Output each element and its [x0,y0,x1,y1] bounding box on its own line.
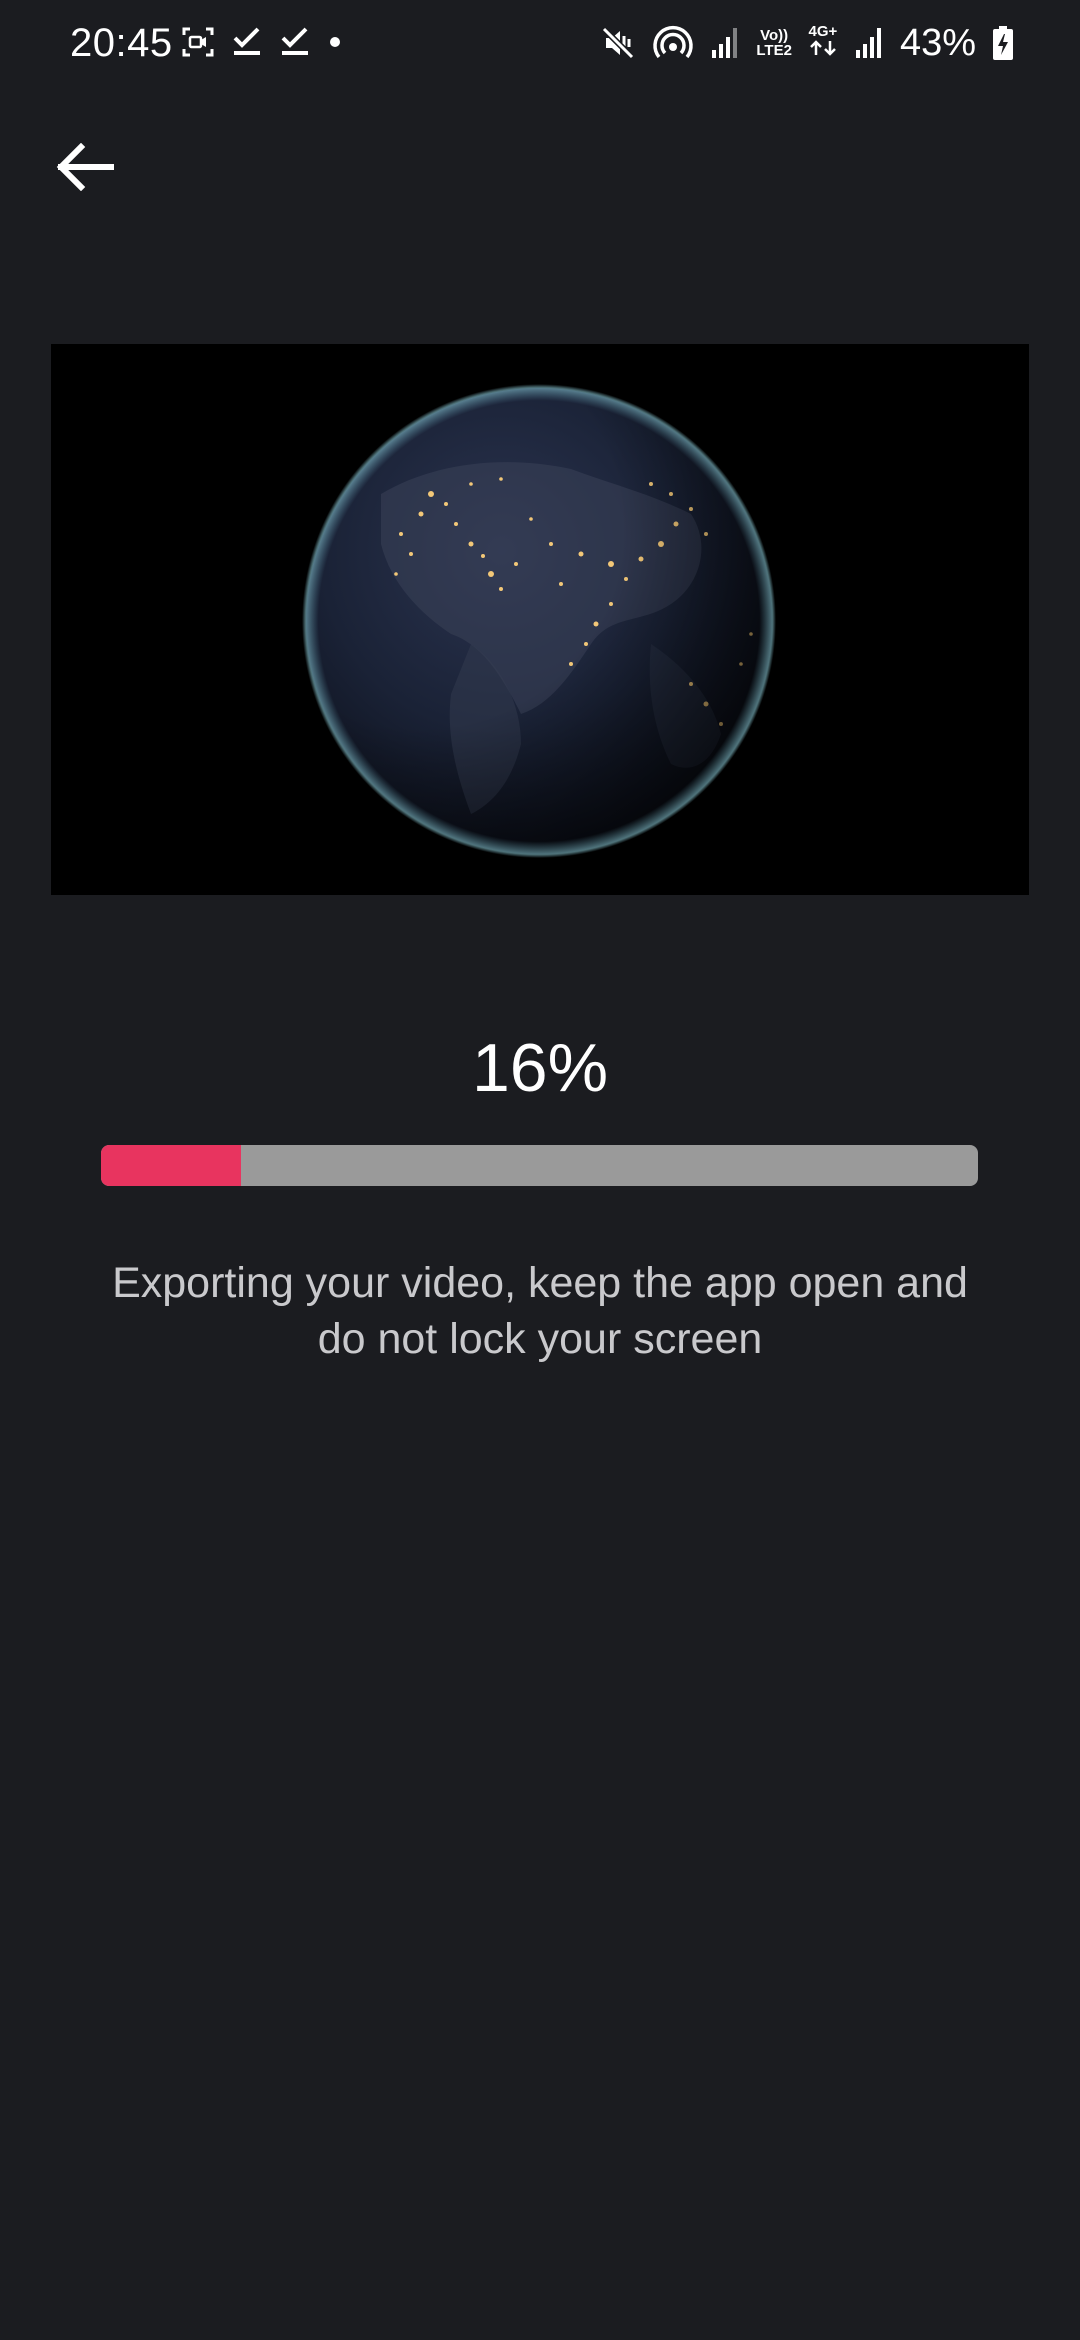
status-notification-icons [182,22,342,62]
signal-icon [710,26,740,60]
earth-at-night-image [51,344,1029,895]
export-message: Exporting your video, keep the app open … [112,1259,968,1363]
arrow-left-icon [55,142,115,196]
signal-icon [854,26,884,60]
export-screen: 20:45 Vo)) LTE2 4G+ 43% 16% Exporting yo… [0,0,1080,2340]
hotspot-icon [652,25,694,61]
back-button[interactable] [50,138,120,200]
mute-vibrate-icon [600,25,636,61]
progress-bar [101,1145,978,1186]
network-4g-icon: 4G+ [808,24,838,62]
battery-percent: 43% [899,22,976,64]
status-time: 20:45 [70,21,173,65]
check-icon [232,27,262,57]
screen-record-icon [182,27,214,57]
status-system-icons: Vo)) LTE2 4G+ 43% [600,18,1014,68]
progress-fill [101,1145,242,1186]
battery-charging-icon [992,25,1014,61]
progress-percent: 16% [471,1030,609,1106]
check-icon [280,27,310,57]
volte-icon: Vo)) LTE2 [756,27,792,59]
dot-icon [328,35,342,49]
video-preview [51,344,1029,895]
status-bar: 20:45 Vo)) LTE2 4G+ 43% [0,0,1080,86]
